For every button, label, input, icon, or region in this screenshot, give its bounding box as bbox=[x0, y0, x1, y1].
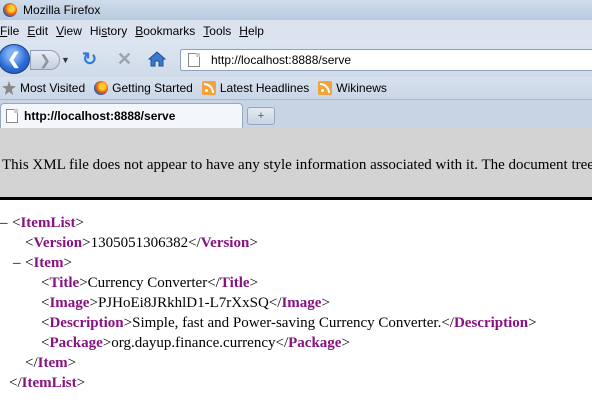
menu-help[interactable]: Help bbox=[235, 24, 268, 38]
menu-bookmarks[interactable]: Bookmarks bbox=[131, 24, 199, 38]
xml-tag: Package bbox=[288, 335, 342, 351]
xml-tag: Version bbox=[33, 235, 83, 251]
collapse-toggle[interactable]: – bbox=[13, 253, 25, 273]
xml-line-itemlist-close: </ItemList> bbox=[9, 375, 86, 391]
bookmark-label: Getting Started bbox=[112, 81, 193, 95]
bookmark-getting-started[interactable]: Getting Started bbox=[94, 81, 193, 95]
bookmark-latest-headlines[interactable]: Latest Headlines bbox=[201, 81, 310, 95]
url-bar[interactable]: http://localhost:8888/serve bbox=[180, 49, 592, 71]
menu-history[interactable]: History bbox=[86, 24, 131, 38]
xml-value: Simple, fast and Power-saving Currency C… bbox=[132, 315, 442, 331]
bookmarks-toolbar: Most Visited Getting Started Latest Head… bbox=[0, 77, 592, 100]
forward-button[interactable]: ❯ bbox=[30, 50, 60, 70]
back-arrow-icon: ❮ bbox=[7, 51, 21, 68]
firefox-logo-icon bbox=[3, 3, 17, 17]
xml-line-item-close: </Item> bbox=[25, 355, 77, 371]
xml-tag: Item bbox=[37, 355, 68, 371]
home-icon[interactable] bbox=[147, 49, 167, 69]
window-title: Mozilla Firefox bbox=[23, 3, 101, 17]
xml-tag: Image bbox=[281, 295, 322, 311]
reload-icon[interactable]: ↻ bbox=[82, 49, 97, 70]
bookmark-label: Most Visited bbox=[20, 81, 86, 95]
xml-line-title: <Title>Currency Converter</Title> bbox=[41, 275, 259, 291]
page-icon bbox=[6, 109, 18, 123]
url-text: http://localhost:8888/serve bbox=[211, 53, 352, 67]
menu-view[interactable]: View bbox=[52, 24, 86, 38]
star-icon bbox=[2, 81, 16, 95]
xml-value: PJHoEi8JRkhlD1-L7rXxSQ bbox=[97, 295, 269, 311]
xml-line-image: <Image>PJHoEi8JRkhlD1-L7rXxSQ</Image> bbox=[41, 295, 330, 311]
collapse-toggle[interactable]: – bbox=[0, 213, 12, 233]
rss-icon bbox=[201, 81, 216, 95]
firefox-icon bbox=[94, 81, 109, 95]
stop-icon[interactable]: ✕ bbox=[117, 49, 132, 70]
bookmark-label: Latest Headlines bbox=[219, 81, 310, 95]
bookmark-label: Wikinews bbox=[336, 81, 387, 95]
menu-tools[interactable]: Tools bbox=[199, 24, 235, 38]
menu-edit[interactable]: Edit bbox=[23, 24, 52, 38]
xml-value: Currency Converter bbox=[87, 275, 208, 291]
tab-label: http://localhost:8888/serve bbox=[24, 109, 176, 123]
rss-icon bbox=[318, 81, 333, 95]
window-title-bar: Mozilla Firefox bbox=[0, 0, 592, 20]
xml-tag: Description bbox=[49, 315, 124, 331]
navigation-toolbar: ❮ ❯ ▼ ↻ ✕ http://localhost:8888/serve bbox=[0, 41, 592, 77]
history-dropdown-icon[interactable]: ▼ bbox=[61, 55, 70, 65]
xml-line-item-open: – <Item> bbox=[13, 253, 72, 273]
xml-tag: Item bbox=[33, 255, 64, 271]
plus-icon: + bbox=[257, 110, 265, 122]
bookmark-wikinews[interactable]: Wikinews bbox=[318, 81, 387, 95]
bookmark-most-visited[interactable]: Most Visited bbox=[2, 81, 85, 95]
xml-tag: Package bbox=[49, 335, 103, 351]
menu-file[interactable]: File bbox=[0, 24, 23, 38]
xml-value: 1305051306382 bbox=[90, 235, 189, 251]
menu-bar: File Edit View History Bookmarks Tools H… bbox=[0, 20, 592, 41]
xml-tag: Title bbox=[49, 275, 80, 291]
xml-line-version: <Version>1305051306382</Version> bbox=[25, 235, 258, 251]
xml-tag: ItemList bbox=[21, 375, 77, 391]
xml-info-banner: This XML file does not appear to have an… bbox=[0, 128, 592, 200]
back-button[interactable]: ❮ bbox=[0, 44, 30, 74]
forward-arrow-icon: ❯ bbox=[39, 51, 51, 68]
xml-tag: Title bbox=[219, 275, 250, 291]
xml-tag: Version bbox=[200, 235, 250, 251]
xml-tag: ItemList bbox=[20, 215, 76, 231]
new-tab-button[interactable]: + bbox=[247, 107, 275, 125]
page-icon bbox=[188, 53, 200, 67]
xml-tag: Description bbox=[453, 315, 529, 331]
xml-value: org.dayup.finance.currency bbox=[111, 335, 276, 351]
tab-strip: http://localhost:8888/serve + bbox=[0, 100, 592, 128]
xml-info-message: This XML file does not appear to have an… bbox=[2, 157, 592, 173]
xml-line-itemlist-open: – <ItemList> bbox=[0, 213, 84, 233]
tab-active[interactable]: http://localhost:8888/serve bbox=[0, 103, 243, 128]
xml-line-description: <Description>Simple, fast and Power-savi… bbox=[41, 315, 537, 331]
xml-line-package: <Package>org.dayup.finance.currency</Pac… bbox=[41, 335, 350, 351]
xml-tag: Image bbox=[49, 295, 90, 311]
